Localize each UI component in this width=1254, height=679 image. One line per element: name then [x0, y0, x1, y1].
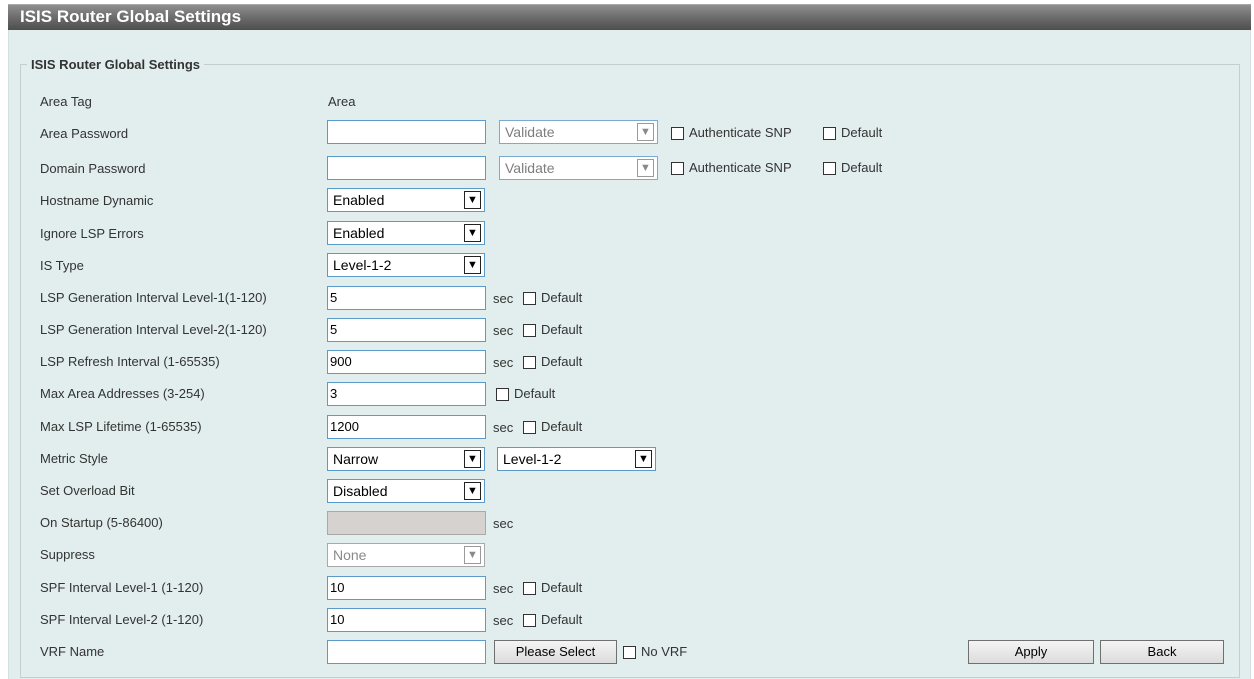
chevron-down-icon: ▼ — [637, 123, 654, 141]
suppress-label: Suppress — [40, 547, 95, 562]
area-authenticate-snp-checkbox[interactable] — [671, 127, 684, 140]
ignore-lsp-errors-select[interactable]: Enabled ▼ — [327, 221, 485, 245]
chevron-down-icon: ▼ — [635, 450, 652, 468]
lsp-gen-l2-default-label: Default — [541, 322, 583, 337]
chevron-down-icon: ▼ — [464, 191, 481, 209]
metric-style-select[interactable]: Narrow ▼ — [327, 447, 485, 471]
max-area-addresses-label: Max Area Addresses (3-254) — [40, 386, 205, 401]
area-tag-label: Area Tag — [40, 94, 92, 109]
lsp-gen-l2-sec-unit: sec — [493, 323, 514, 338]
domain-password-default-label: Default — [841, 160, 883, 175]
chevron-down-icon: ▼ — [464, 224, 481, 242]
max-area-addresses-default-checkbox[interactable] — [496, 388, 509, 401]
max-area-addresses-input[interactable]: 3 — [327, 382, 486, 406]
max-lsp-lifetime-sec-unit: sec — [493, 420, 514, 435]
domain-password-input[interactable] — [327, 156, 486, 180]
max-area-addresses-default-label: Default — [514, 386, 556, 401]
lsp-gen-l1-default-checkbox[interactable] — [523, 292, 536, 305]
vrf-name-input[interactable] — [327, 640, 486, 664]
spf-l1-default-label: Default — [541, 580, 583, 595]
ignore-lsp-errors-label: Ignore LSP Errors — [40, 226, 144, 241]
back-button[interactable]: Back — [1100, 640, 1224, 664]
spf-l2-sec-unit: sec — [493, 613, 514, 628]
chevron-down-icon: ▼ — [464, 546, 481, 564]
chevron-down-icon: ▼ — [464, 450, 481, 468]
lsp-refresh-input[interactable]: 900 — [327, 350, 486, 374]
max-lsp-lifetime-label: Max LSP Lifetime (1-65535) — [40, 419, 202, 434]
metric-level-value: Level-1-2 — [503, 451, 562, 467]
lsp-refresh-sec-unit: sec — [493, 355, 514, 370]
lsp-refresh-default-checkbox[interactable] — [523, 356, 536, 369]
page-title: ISIS Router Global Settings — [20, 7, 242, 26]
domain-authenticate-snp-checkbox[interactable] — [671, 162, 684, 175]
please-select-button[interactable]: Please Select — [494, 640, 617, 664]
max-lsp-lifetime-input[interactable]: 1200 — [327, 415, 486, 439]
chevron-down-icon: ▼ — [637, 159, 654, 177]
set-overload-bit-label: Set Overload Bit — [40, 483, 135, 498]
hostname-dynamic-label: Hostname Dynamic — [40, 193, 154, 208]
hostname-dynamic-value: Enabled — [333, 192, 385, 208]
area-tag-value: Area — [328, 94, 356, 109]
set-overload-bit-value: Disabled — [333, 483, 388, 499]
ignore-lsp-errors-value: Enabled — [333, 225, 385, 241]
lsp-gen-l2-input[interactable]: 5 — [327, 318, 486, 342]
metric-style-value: Narrow — [333, 451, 379, 467]
domain-password-label: Domain Password — [40, 161, 146, 176]
hostname-dynamic-select[interactable]: Enabled ▼ — [327, 188, 485, 212]
no-vrf-label: No VRF — [641, 644, 688, 659]
no-vrf-checkbox[interactable] — [623, 646, 636, 659]
lsp-gen-l1-sec-unit: sec — [493, 291, 514, 306]
window-title-bar: ISIS Router Global Settings — [8, 4, 1251, 30]
is-type-select[interactable]: Level-1-2 ▼ — [327, 253, 485, 277]
on-startup-label: On Startup (5-86400) — [40, 515, 163, 530]
lsp-gen-l2-label: LSP Generation Interval Level-2(1-120) — [40, 322, 267, 337]
on-startup-input[interactable] — [327, 511, 486, 535]
is-type-label: IS Type — [40, 258, 84, 273]
suppress-select[interactable]: None ▼ — [327, 543, 485, 567]
area-password-label: Area Password — [40, 126, 129, 141]
area-authenticate-snp-label: Authenticate SNP — [689, 125, 792, 140]
area-password-mode-select[interactable]: Validate ▼ — [499, 120, 658, 144]
on-startup-sec-unit: sec — [493, 516, 514, 531]
lsp-gen-l1-label: LSP Generation Interval Level-1(1-120) — [40, 290, 267, 305]
spf-l1-input[interactable]: 10 — [327, 576, 486, 600]
spf-l1-label: SPF Interval Level-1 (1-120) — [40, 580, 204, 595]
spf-l2-default-checkbox[interactable] — [523, 614, 536, 627]
chevron-down-icon: ▼ — [464, 256, 481, 274]
max-lsp-lifetime-default-label: Default — [541, 419, 583, 434]
spf-l1-default-checkbox[interactable] — [523, 582, 536, 595]
lsp-refresh-default-label: Default — [541, 354, 583, 369]
is-type-value: Level-1-2 — [333, 257, 392, 273]
area-password-mode-value: Validate — [505, 124, 555, 140]
max-lsp-lifetime-default-checkbox[interactable] — [523, 421, 536, 434]
spf-l2-input[interactable]: 10 — [327, 608, 486, 632]
set-overload-bit-select[interactable]: Disabled ▼ — [327, 479, 485, 503]
fieldset-legend: ISIS Router Global Settings — [27, 57, 205, 72]
metric-style-label: Metric Style — [40, 451, 108, 466]
domain-password-default-checkbox[interactable] — [823, 162, 836, 175]
domain-authenticate-snp-label: Authenticate SNP — [689, 160, 792, 175]
metric-level-select[interactable]: Level-1-2 ▼ — [497, 447, 656, 471]
domain-password-mode-value: Validate — [505, 160, 555, 176]
area-password-input[interactable] — [327, 120, 486, 144]
vrf-name-label: VRF Name — [40, 644, 105, 659]
area-password-default-label: Default — [841, 125, 883, 140]
apply-button[interactable]: Apply — [968, 640, 1094, 664]
spf-l1-sec-unit: sec — [493, 581, 514, 596]
lsp-gen-l1-input[interactable]: 5 — [327, 286, 486, 310]
spf-l2-default-label: Default — [541, 612, 583, 627]
lsp-refresh-label: LSP Refresh Interval (1-65535) — [40, 354, 220, 369]
lsp-gen-l1-default-label: Default — [541, 290, 583, 305]
suppress-value: None — [333, 547, 367, 563]
area-password-default-checkbox[interactable] — [823, 127, 836, 140]
domain-password-mode-select[interactable]: Validate ▼ — [499, 156, 658, 180]
chevron-down-icon: ▼ — [464, 482, 481, 500]
lsp-gen-l2-default-checkbox[interactable] — [523, 324, 536, 337]
spf-l2-label: SPF Interval Level-2 (1-120) — [40, 612, 204, 627]
